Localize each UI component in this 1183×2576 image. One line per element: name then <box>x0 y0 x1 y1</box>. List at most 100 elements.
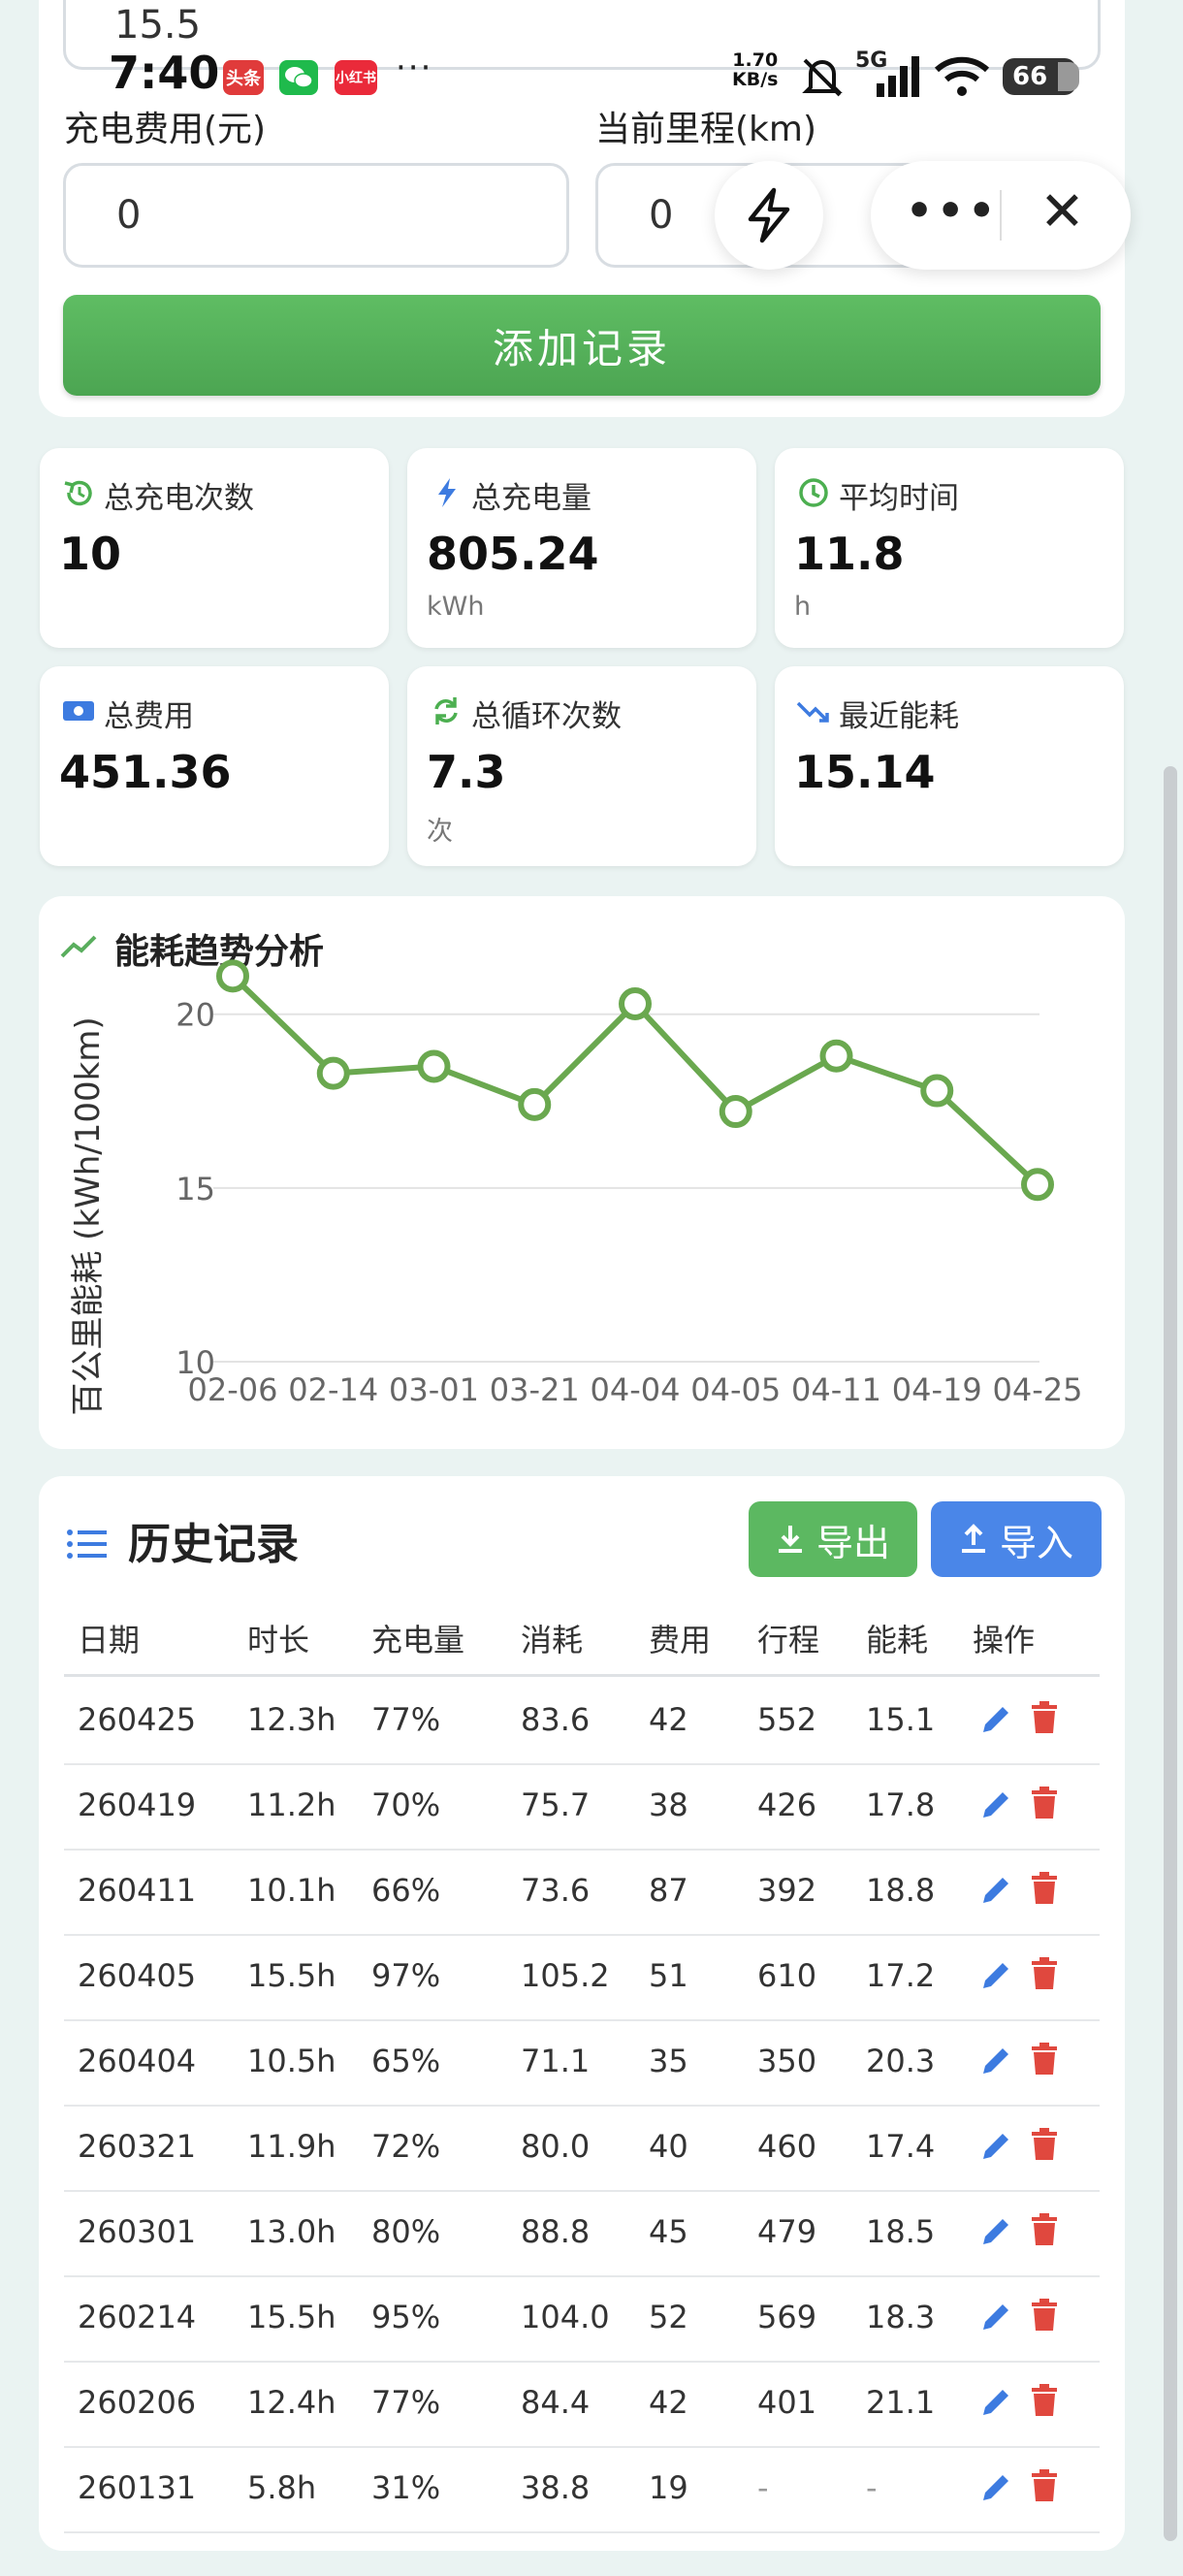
table-cell: 65% <box>371 2043 441 2079</box>
chart-data-point <box>1021 1168 1054 1202</box>
stat-card-recent-consumption: 最近能耗 15.14 <box>775 666 1124 866</box>
mini-program-capsule: ••• ✕ <box>871 161 1131 270</box>
delete-icon[interactable] <box>1030 1787 1059 1819</box>
table-cell: 38 <box>649 1787 688 1823</box>
table-cell: 19 <box>649 2469 688 2506</box>
more-options-icon[interactable]: ••• <box>906 186 999 236</box>
edit-icon[interactable] <box>979 2045 1012 2077</box>
table-cell: 12.4h <box>247 2384 336 2421</box>
trend-down-icon <box>796 701 829 723</box>
table-cell: 17.4 <box>866 2128 936 2165</box>
edit-icon[interactable] <box>979 1874 1012 1907</box>
table-cell: 51 <box>649 1957 688 1994</box>
table-cell: 72% <box>371 2128 441 2165</box>
fee-input[interactable]: 0 <box>63 163 569 268</box>
chart-data-point <box>920 1074 954 1108</box>
table-cell: 18.8 <box>866 1872 936 1909</box>
flash-float-button[interactable] <box>715 161 823 270</box>
history-card: 历史记录 导出 导入 日期 时长 充电量 消耗 费用 行程 能耗 操作 2604… <box>39 1476 1125 2551</box>
table-cell: 31% <box>371 2469 441 2506</box>
chart-x-tick-label: 02-06 <box>188 1371 278 1408</box>
delete-icon[interactable] <box>1030 1957 1059 1990</box>
table-cell: 97% <box>371 1957 441 1994</box>
chart-x-tick-label: 04-25 <box>993 1371 1083 1408</box>
table-cell: 11.2h <box>247 1787 336 1823</box>
table-cell: 15.5h <box>247 2299 336 2335</box>
delete-icon[interactable] <box>1030 2469 1059 2502</box>
delete-icon[interactable] <box>1030 1872 1059 1905</box>
column-header-efficiency: 能耗 <box>866 1622 929 1658</box>
table-cell: 88.8 <box>521 2213 591 2250</box>
delete-icon[interactable] <box>1030 2213 1059 2246</box>
chart-data-point <box>216 959 249 993</box>
table-cell: 105.2 <box>521 1957 610 1994</box>
table-cell: 45 <box>649 2213 688 2250</box>
table-cell: 460 <box>757 2128 817 2165</box>
table-cell: 84.4 <box>521 2384 591 2421</box>
table-cell: 77% <box>371 2384 441 2421</box>
table-cell: 52 <box>649 2299 688 2335</box>
delete-icon[interactable] <box>1030 2299 1059 2332</box>
edit-icon[interactable] <box>979 2215 1012 2248</box>
edit-icon[interactable] <box>979 2301 1012 2334</box>
export-button[interactable]: 导出 <box>749 1501 917 1577</box>
clock-icon <box>799 478 828 507</box>
table-cell: 42 <box>649 1701 688 1738</box>
edit-icon[interactable] <box>979 2386 1012 2419</box>
table-cell: 13.0h <box>247 2213 336 2250</box>
stat-card-total-cycles: 总循环次数 7.3 次 <box>407 666 756 866</box>
column-header-cost: 费用 <box>649 1622 712 1658</box>
edit-icon[interactable] <box>979 2130 1012 2163</box>
list-icon <box>67 1530 107 1559</box>
add-record-button[interactable]: 添加记录 <box>63 295 1101 396</box>
chart-data-point <box>316 1056 350 1090</box>
edit-icon[interactable] <box>979 2471 1012 2504</box>
network-speed: 1.70 KB/s <box>732 49 779 90</box>
close-icon[interactable]: ✕ <box>1039 180 1085 243</box>
chart-data-point <box>819 1039 853 1073</box>
table-cell: 20.3 <box>866 2043 936 2079</box>
chart-x-tick-label: 04-19 <box>892 1371 982 1408</box>
column-header-duration: 时长 <box>247 1622 310 1658</box>
wifi-icon <box>934 56 990 96</box>
chart-y-tick-label: 15 <box>176 1171 215 1208</box>
energy-trend-chart-card: 能耗趋势分析 百公里能耗 (kWh/100km) 20 15 10 02-06 02-… <box>39 896 1125 1449</box>
money-icon <box>63 701 94 721</box>
delete-icon[interactable] <box>1030 2128 1059 2161</box>
import-button[interactable]: 导入 <box>931 1501 1102 1577</box>
table-cell: 260411 <box>78 1872 197 1909</box>
page-scrollbar[interactable] <box>1164 766 1177 2541</box>
fee-label: 充电费用(元) <box>64 110 267 149</box>
table-cell: 260301 <box>78 2213 197 2250</box>
delete-icon[interactable] <box>1030 2384 1059 2417</box>
table-cell: 18.3 <box>866 2299 936 2335</box>
battery-indicator: 66 <box>1003 58 1079 95</box>
table-cell: 260206 <box>78 2384 197 2421</box>
delete-icon[interactable] <box>1030 1701 1059 1734</box>
edit-icon[interactable] <box>979 1788 1012 1821</box>
edit-icon[interactable] <box>979 1703 1012 1736</box>
download-icon <box>778 1526 802 1553</box>
chart-data-point <box>719 1095 752 1129</box>
delete-icon[interactable] <box>1030 2043 1059 2076</box>
table-cell: - <box>866 2469 878 2506</box>
chart-x-tick-label: 03-21 <box>490 1371 580 1408</box>
mileage-label: 当前里程(km) <box>595 110 817 149</box>
table-cell: 21.1 <box>866 2384 936 2421</box>
table-cell: 260321 <box>78 2128 197 2165</box>
chart-x-tick-label: 03-01 <box>389 1371 479 1408</box>
table-cell: 10.5h <box>247 2043 336 2079</box>
table-cell: 401 <box>757 2384 817 2421</box>
upload-icon <box>961 1524 985 1553</box>
table-cell: 95% <box>371 2299 441 2335</box>
column-header-distance: 行程 <box>757 1622 820 1658</box>
table-cell: 260419 <box>78 1787 197 1823</box>
table-cell: 75.7 <box>521 1787 591 1823</box>
table-row: 260411 10.1h 66% 73.6 87 392 18.8 <box>64 1849 1100 1936</box>
table-cell: - <box>757 2469 769 2506</box>
table-cell: 392 <box>757 1872 817 1909</box>
history-icon <box>64 480 92 506</box>
table-cell: 71.1 <box>521 2043 591 2079</box>
xiaohongshu-app-icon: 小红书 <box>335 60 377 95</box>
edit-icon[interactable] <box>979 1959 1012 1992</box>
